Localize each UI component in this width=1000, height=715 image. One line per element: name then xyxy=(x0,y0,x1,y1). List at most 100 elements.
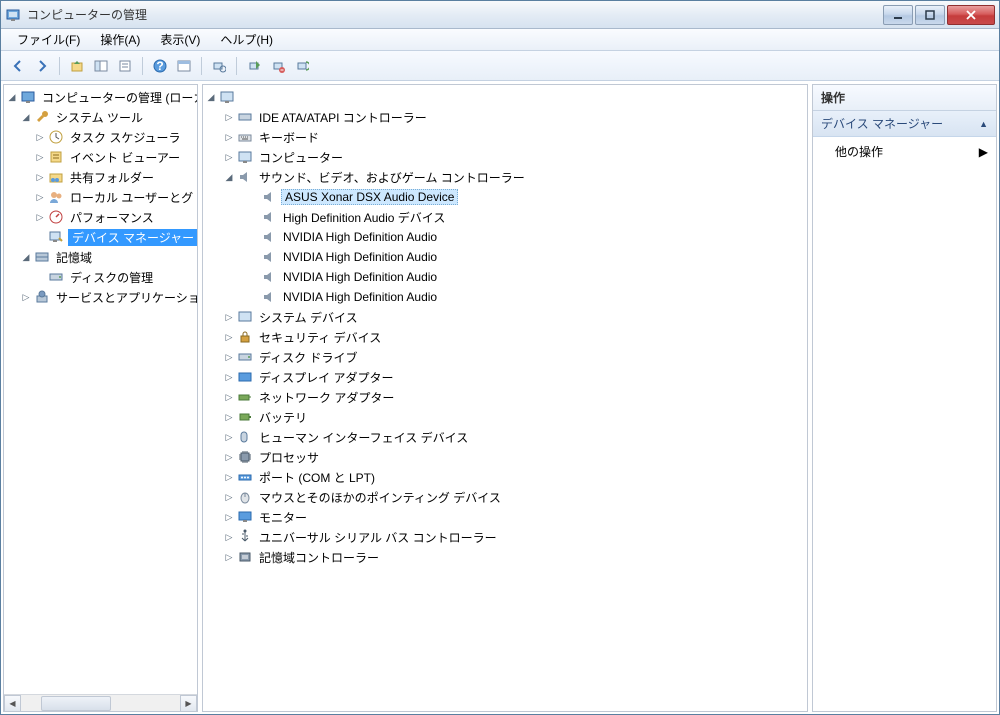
menu-action[interactable]: 操作(A) xyxy=(90,29,150,50)
device-cat-display[interactable]: ▷ディスプレイ アダプター xyxy=(203,367,807,387)
device-nvidia-audio[interactable]: ▷NVIDIA High Definition Audio xyxy=(203,267,807,287)
forward-button[interactable] xyxy=(31,55,53,77)
expander-icon[interactable]: ▷ xyxy=(34,151,46,163)
scroll-left-button[interactable]: ◀ xyxy=(4,695,21,712)
back-button[interactable] xyxy=(7,55,29,77)
expander-icon[interactable]: ▷ xyxy=(223,351,235,363)
expander-icon[interactable]: ▷ xyxy=(223,331,235,343)
expander-icon[interactable]: ▷ xyxy=(223,491,235,503)
device-cat-usb[interactable]: ▷ユニバーサル シリアル バス コントローラー xyxy=(203,527,807,547)
device-nvidia-audio[interactable]: ▷NVIDIA High Definition Audio xyxy=(203,247,807,267)
device-cat-keyboard[interactable]: ▷キーボード xyxy=(203,127,807,147)
device-tree-root[interactable]: ◢ xyxy=(203,87,807,107)
tree-local-users[interactable]: ▷ ローカル ユーザーとグ xyxy=(4,187,197,207)
expander-icon[interactable]: ▷ xyxy=(34,131,46,143)
menu-help[interactable]: ヘルプ(H) xyxy=(210,29,283,50)
tree-disk-mgmt[interactable]: ▷ ディスクの管理 xyxy=(4,267,197,287)
device-manager-icon xyxy=(48,229,64,245)
device-cat-ide[interactable]: ▷ IDE ATA/ATAPI コントローラー xyxy=(203,107,807,127)
expander-icon[interactable]: ▷ xyxy=(223,151,235,163)
tree-storage[interactable]: ◢ 記憶域 xyxy=(4,247,197,267)
expander-icon[interactable]: ▷ xyxy=(223,431,235,443)
toolbar: ? xyxy=(1,51,999,81)
tree-label: サービスとアプリケーショ xyxy=(54,288,197,307)
device-cat-disk[interactable]: ▷ディスク ドライブ xyxy=(203,347,807,367)
device-cat-computer[interactable]: ▷コンピューター xyxy=(203,147,807,167)
device-cat-security[interactable]: ▷セキュリティ デバイス xyxy=(203,327,807,347)
expander-icon[interactable]: ▷ xyxy=(20,291,32,303)
expander-icon[interactable]: ▷ xyxy=(223,311,235,323)
tree-system-tools[interactable]: ◢ システム ツール xyxy=(4,107,197,127)
device-cat-mouse[interactable]: ▷マウスとそのほかのポインティング デバイス xyxy=(203,487,807,507)
close-button[interactable] xyxy=(947,5,995,25)
enable-button[interactable] xyxy=(243,55,265,77)
expander-icon[interactable]: ▷ xyxy=(223,111,235,123)
device-cat-system[interactable]: ▷システム デバイス xyxy=(203,307,807,327)
expander-icon[interactable]: ◢ xyxy=(223,171,235,183)
up-button[interactable] xyxy=(66,55,88,77)
device-cat-hid[interactable]: ▷ヒューマン インターフェイス デバイス xyxy=(203,427,807,447)
scroll-right-button[interactable]: ▶ xyxy=(180,695,197,712)
properties-button[interactable] xyxy=(114,55,136,77)
show-hide-tree-button[interactable] xyxy=(90,55,112,77)
device-cat-storage-ctrl[interactable]: ▷記憶域コントローラー xyxy=(203,547,807,567)
console-button[interactable] xyxy=(173,55,195,77)
device-asus-xonar[interactable]: ▷ASUS Xonar DSX Audio Device xyxy=(203,187,807,207)
expander-icon[interactable]: ◢ xyxy=(6,91,18,103)
tree-services[interactable]: ▷ サービスとアプリケーショ xyxy=(4,287,197,307)
device-cat-sound[interactable]: ◢サウンド、ビデオ、およびゲーム コントローラー xyxy=(203,167,807,187)
tree-label: 記憶域 xyxy=(54,248,94,267)
device-tree[interactable]: ◢ ▷ IDE ATA/ATAPI コントローラー ▷キーボード ▷コンピューター… xyxy=(203,85,807,711)
expander-icon[interactable]: ▷ xyxy=(223,411,235,423)
collapse-icon[interactable]: ▲ xyxy=(979,119,988,129)
expander-icon[interactable]: ▷ xyxy=(223,531,235,543)
menu-view[interactable]: 表示(V) xyxy=(150,29,210,50)
device-cat-processor[interactable]: ▷プロセッサ xyxy=(203,447,807,467)
mouse-icon xyxy=(237,489,253,505)
device-nvidia-audio[interactable]: ▷NVIDIA High Definition Audio xyxy=(203,227,807,247)
computer-icon xyxy=(237,149,253,165)
expander-icon[interactable]: ▷ xyxy=(223,131,235,143)
app-icon xyxy=(5,7,21,23)
expander-icon[interactable]: ▷ xyxy=(223,511,235,523)
tree-label: イベント ビューアー xyxy=(68,148,182,167)
maximize-button[interactable] xyxy=(915,5,945,25)
expander-icon[interactable]: ▷ xyxy=(223,391,235,403)
scroll-thumb[interactable] xyxy=(41,696,111,711)
expander-icon[interactable]: ▷ xyxy=(34,171,46,183)
device-nvidia-audio[interactable]: ▷NVIDIA High Definition Audio xyxy=(203,287,807,307)
expander-icon[interactable]: ▷ xyxy=(223,551,235,563)
help-button[interactable]: ? xyxy=(149,55,171,77)
console-tree[interactable]: ◢ コンピューターの管理 (ローカル) ◢ システム ツール ▷ タスク スケジ… xyxy=(4,85,197,694)
tree-device-manager[interactable]: ▷ デバイス マネージャー xyxy=(4,227,197,247)
device-cat-battery[interactable]: ▷バッテリ xyxy=(203,407,807,427)
menu-file[interactable]: ファイル(F) xyxy=(7,29,90,50)
device-hd-audio[interactable]: ▷High Definition Audio デバイス xyxy=(203,207,807,227)
scan-button[interactable] xyxy=(208,55,230,77)
tree-shared-folders[interactable]: ▷ 共有フォルダー xyxy=(4,167,197,187)
device-cat-monitor[interactable]: ▷モニター xyxy=(203,507,807,527)
expander-icon[interactable]: ▷ xyxy=(223,451,235,463)
expander-icon[interactable]: ◢ xyxy=(20,251,32,263)
tree-task-scheduler[interactable]: ▷ タスク スケジューラ xyxy=(4,127,197,147)
update-driver-button[interactable] xyxy=(291,55,313,77)
expander-icon[interactable]: ◢ xyxy=(20,111,32,123)
uninstall-button[interactable] xyxy=(267,55,289,77)
device-cat-network[interactable]: ▷ネットワーク アダプター xyxy=(203,387,807,407)
actions-other[interactable]: 他の操作 ▶ xyxy=(813,137,996,166)
horizontal-scrollbar[interactable]: ◀ ▶ xyxy=(4,694,197,711)
expander-icon[interactable]: ▷ xyxy=(223,471,235,483)
minimize-button[interactable] xyxy=(883,5,913,25)
tree-label: ローカル ユーザーとグ xyxy=(68,188,195,207)
expander-icon[interactable]: ▷ xyxy=(34,211,46,223)
tree-label: IDE ATA/ATAPI コントローラー xyxy=(257,108,429,127)
expander-icon[interactable]: ▷ xyxy=(34,191,46,203)
tree-root[interactable]: ◢ コンピューターの管理 (ローカル) xyxy=(4,87,197,107)
device-cat-ports[interactable]: ▷ポート (COM と LPT) xyxy=(203,467,807,487)
expander-icon[interactable]: ▷ xyxy=(223,371,235,383)
tree-performance[interactable]: ▷ パフォーマンス xyxy=(4,207,197,227)
actions-section[interactable]: デバイス マネージャー ▲ xyxy=(813,111,996,137)
tree-event-viewer[interactable]: ▷ イベント ビューアー xyxy=(4,147,197,167)
tree-label: ASUS Xonar DSX Audio Device xyxy=(281,189,458,205)
expander-icon[interactable]: ◢ xyxy=(205,91,217,103)
